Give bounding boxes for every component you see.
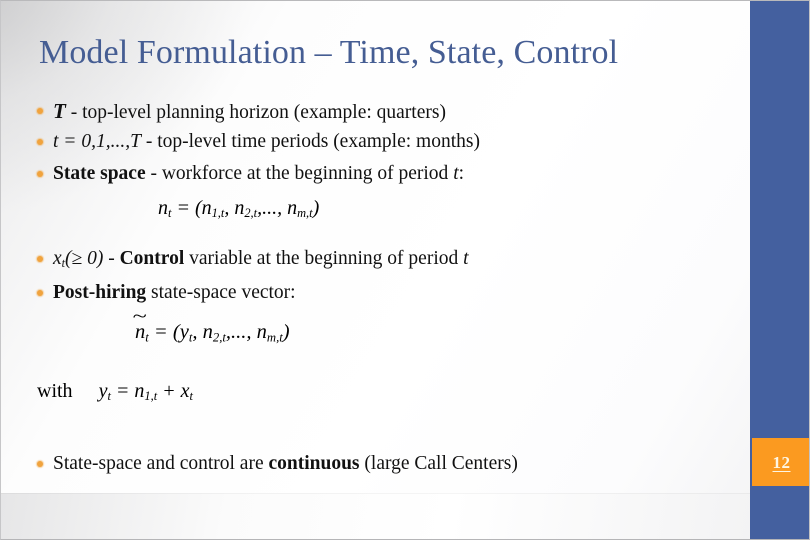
equation-with-relation: with yt = n1,t + xt [37, 380, 193, 404]
eq-e3-sub: m,t [297, 206, 313, 221]
eq-rhs2-var: x [180, 380, 190, 402]
bullet-text-state-space: - workforce at the beginning of period [145, 163, 454, 184]
symbol-T: T [130, 131, 141, 152]
eq-equals: = ( [148, 321, 180, 343]
bullet-item-post-hiring: Post-hiring state-space vector: [1, 277, 741, 309]
symbol-nonneg: (≥ 0) [65, 248, 104, 269]
eq-e1-sub: 1,t [211, 206, 225, 221]
bullet-text-control: variable at the beginning of period [184, 248, 464, 269]
bullet-text-post-hiring: state-space vector: [146, 282, 296, 303]
slide-body: T - top-level planning horizon (example:… [1, 97, 741, 189]
bullet-text-horizon: - top-level planning horizon (example: q… [65, 102, 446, 123]
eq-e1-var: n [201, 197, 212, 219]
eq-e2-var: n [202, 321, 213, 343]
eq-close-paren: ) [312, 197, 320, 219]
eq-lhs-tilde-group: ~ n [133, 307, 147, 344]
eq-rhs2-sub: t [189, 389, 193, 404]
bullet-dot-icon [37, 139, 43, 145]
eq-rhs1-sub: 1,t [144, 389, 158, 404]
eq-sep1: , [192, 321, 203, 343]
bullet-dot-icon [37, 290, 43, 296]
bullet-dot-icon [37, 461, 43, 467]
eq-lhs-var: n [158, 197, 168, 219]
bullet-item-control: x t (≥ 0) - Control variable at the beginn… [1, 241, 741, 277]
eq-e1-var: y [179, 321, 189, 343]
bullet-item-horizon: T - top-level planning horizon (example:… [1, 97, 741, 125]
bullet-dash: - [103, 248, 120, 269]
bottom-strip [1, 493, 750, 539]
symbol-t: t [463, 248, 469, 269]
eq-sep1: , [224, 197, 235, 219]
bullet-dot-icon [37, 256, 43, 262]
slide-number-text: 12 [772, 452, 791, 472]
symbol-x: x [53, 248, 62, 269]
bullet-lead-state-space: State space [53, 163, 146, 184]
eq-e2-sub: 2,t [244, 206, 258, 221]
eq-equals: = ( [171, 197, 202, 219]
equation-post-hiring-vector: ~ nt = (yt, n2,t,..., nm,t) [133, 307, 290, 345]
bullet-item-periods: t = 0,1,...,T - top-level time periods (… [1, 125, 741, 159]
bullet-text-state-space-tail: : [458, 163, 465, 184]
bullet-lead-control: Control [119, 248, 185, 269]
eq-sep2: ,..., [257, 197, 288, 219]
bullet-item-state-space: State space - workforce at the beginning… [1, 159, 741, 189]
page-title: Model Formulation – Time, State, Control [39, 34, 619, 71]
bullet-dot-icon [37, 171, 43, 177]
tilde-accent-icon: ~ [132, 306, 148, 328]
symbol-T: T [53, 99, 66, 123]
eq-plus: + [157, 380, 181, 402]
bottom-strip-divider [1, 493, 750, 494]
eq-close-paren: ) [282, 321, 290, 343]
bullet-lead-post-hiring: Post-hiring [53, 282, 147, 303]
slide-body-mid: x t (≥ 0) - Control variable at the beginn… [1, 241, 741, 309]
with-label: with [37, 380, 73, 402]
eq-e3-sub: m,t [266, 330, 283, 345]
eq-e2-sub: 2,t [212, 330, 226, 345]
slide-body-footer: State-space and control are continuous (… [1, 448, 741, 480]
bullet-text-continuous-lead: State-space and control are [53, 453, 269, 474]
bullet-text-continuous-tail: (large Call Centers) [359, 453, 518, 474]
bullet-text-periods: - top-level time periods (example: month… [140, 131, 480, 152]
with-equation: yt = n1,t + xt [99, 380, 193, 404]
eq-equals: = [110, 380, 135, 402]
slide-number-badge: 12 [752, 438, 809, 486]
eq-rhs1-var: n [134, 380, 145, 402]
eq-sep2: ,..., [225, 321, 257, 343]
eq-e2-var: n [234, 197, 245, 219]
equation-state-vector: nt = (n1,t, n2,t,..., nm,t) [158, 197, 319, 221]
bullet-bold-continuous: continuous [268, 453, 360, 474]
bullet-item-continuous: State-space and control are continuous (… [1, 448, 741, 480]
eq-e3-var: n [287, 197, 298, 219]
bullet-dot-icon [37, 108, 43, 114]
slide-canvas: 12 Model Formulation – Time, State, Cont… [0, 0, 810, 540]
eq-e3-var: n [256, 321, 267, 343]
symbol-range: = 0,1,..., [58, 131, 131, 152]
